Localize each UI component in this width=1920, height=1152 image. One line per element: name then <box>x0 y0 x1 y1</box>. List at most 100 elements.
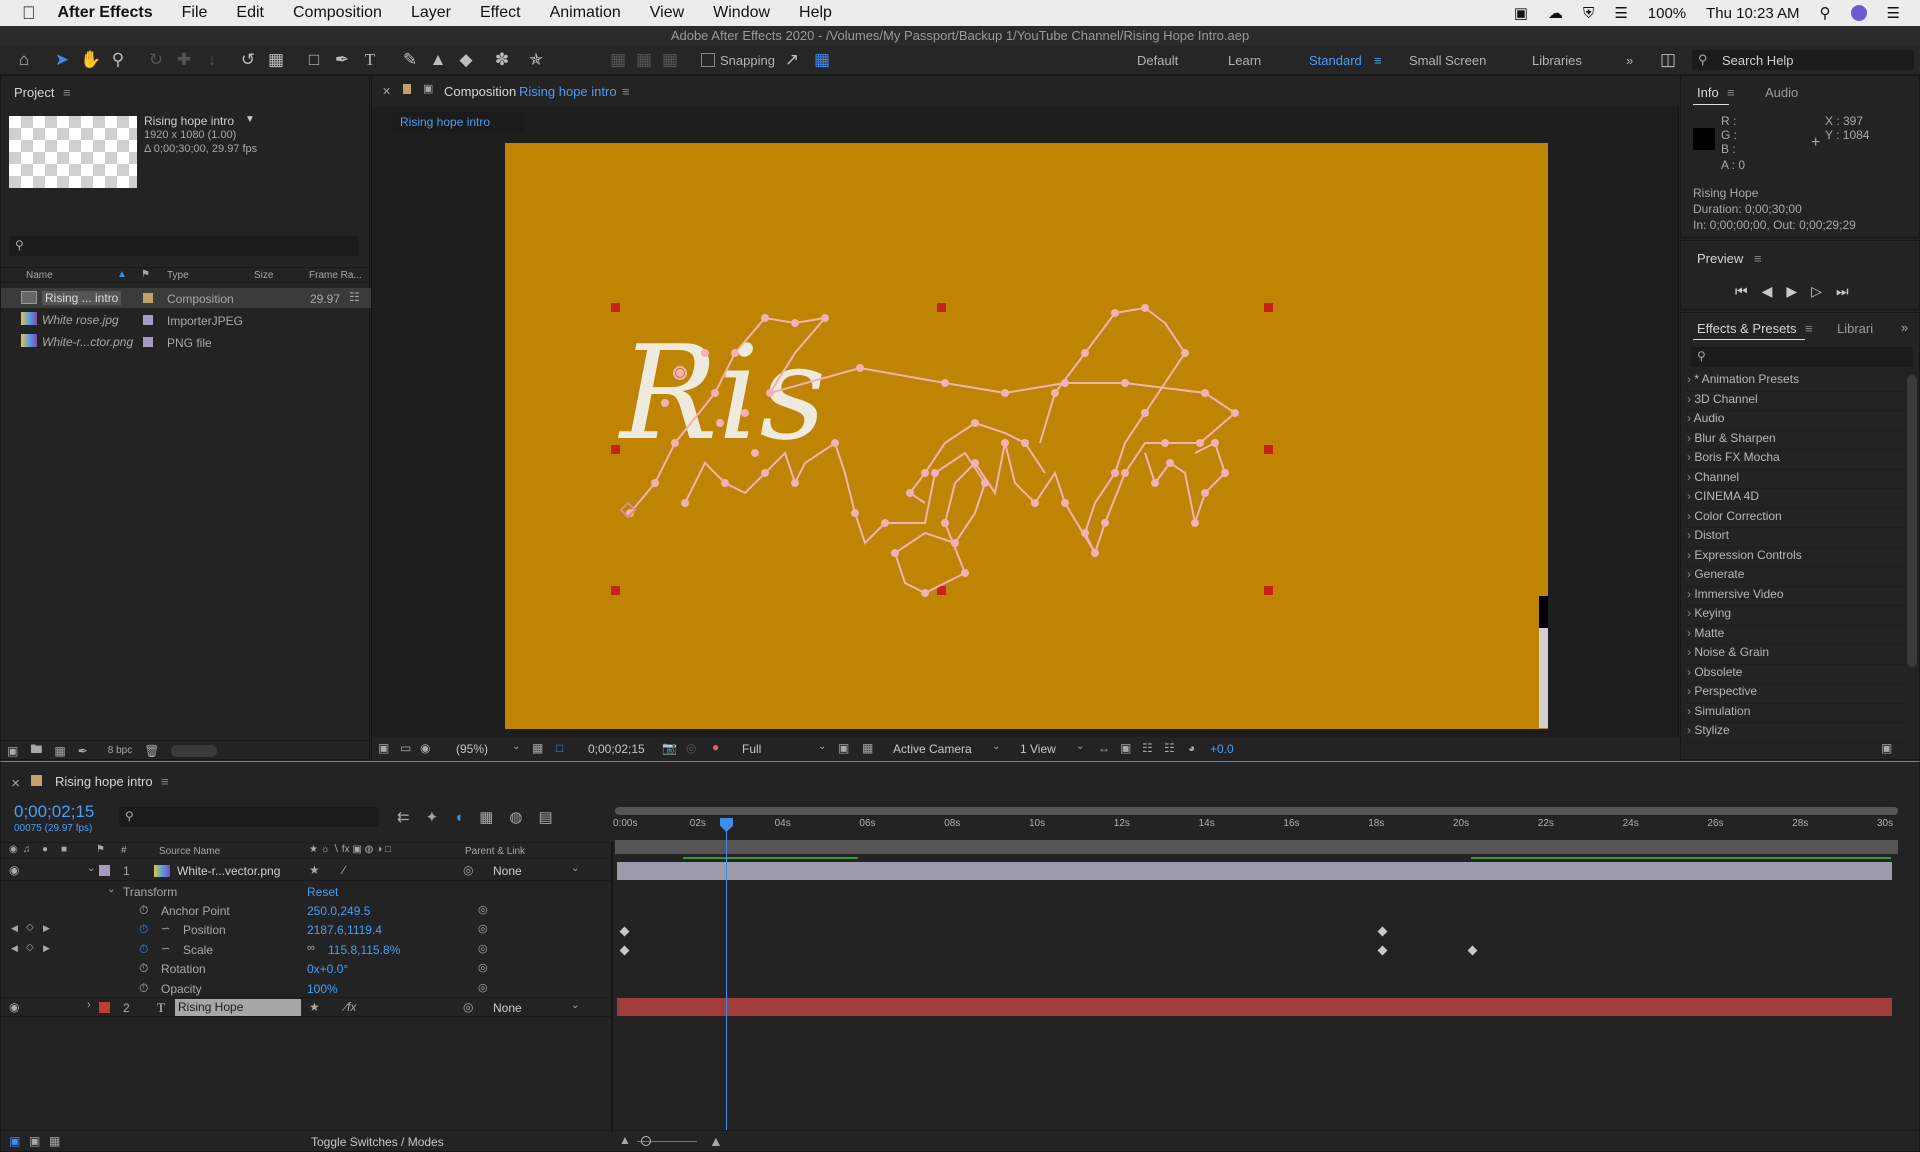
solo-switch-icon[interactable]: ● <box>42 844 48 855</box>
axis-local-icon[interactable]: ▦ <box>608 50 628 70</box>
snapshot-icon[interactable]: 📷 <box>662 741 677 755</box>
pan-tool-icon[interactable]: ✚ <box>174 50 194 70</box>
twirl-closed-icon[interactable]: › <box>1687 411 1694 425</box>
preview-menu-icon[interactable]: ≡ <box>1754 251 1762 266</box>
reset-exposure-icon[interactable]: ▣ <box>1120 741 1131 755</box>
chevron-down-icon[interactable]: ⌄ <box>512 741 520 752</box>
home-icon[interactable]: ⌂ <box>14 50 34 70</box>
col-framerate[interactable]: Frame Ra... <box>309 270 362 281</box>
stopwatch-icon[interactable]: ⏱ <box>139 903 148 918</box>
comp-panel-name[interactable]: Rising hope intro <box>519 84 617 99</box>
timeline-comp-tab[interactable]: Rising hope intro <box>55 774 153 789</box>
keyframe-diamond[interactable] <box>619 926 630 937</box>
expression-pickwhip-icon[interactable]: ◎ <box>478 981 488 994</box>
comp-flowchart-icon[interactable]: ☷ <box>1164 741 1175 755</box>
parent-link-column[interactable]: Parent & Link <box>465 846 525 857</box>
new-folder-icon[interactable]: 🖿 <box>30 740 42 761</box>
orbit-tool-icon[interactable]: ↻ <box>146 50 166 70</box>
puppet-tool-icon[interactable]: ✯ <box>526 50 546 70</box>
label-color-swatch[interactable] <box>143 293 153 303</box>
effects-category[interactable]: › CINEMA 4D <box>1687 489 1905 509</box>
eraser-tool-icon[interactable]: ◆ <box>456 50 476 70</box>
col-type[interactable]: Type <box>167 270 189 281</box>
eye-icon[interactable]: ◉ <box>9 863 19 877</box>
prev-keyframe-icon[interactable]: ◀ <box>11 923 18 934</box>
previous-frame-icon[interactable]: ◀ <box>1762 283 1773 300</box>
more-panels-icon[interactable]: » <box>1901 320 1908 335</box>
pickwhip-icon[interactable]: ◎ <box>463 1000 473 1014</box>
timeline-timecode[interactable]: 0;00;02;15 <box>14 802 94 822</box>
stopwatch-icon[interactable]: ⏱ <box>139 961 148 976</box>
graph-icon[interactable]: ∽ <box>161 922 170 935</box>
search-help-field[interactable]: ⚲ Search Help <box>1692 50 1914 70</box>
effects-category[interactable]: › Immersive Video <box>1687 587 1905 606</box>
menu-animation[interactable]: Animation <box>550 4 621 22</box>
effects-category[interactable]: › Boris FX Mocha <box>1687 450 1905 470</box>
label-color-swatch[interactable] <box>99 865 110 876</box>
draft-3d-icon[interactable]: ✦ <box>426 808 439 826</box>
info-menu-icon[interactable]: ≡ <box>1727 85 1735 100</box>
pen-tool-icon[interactable]: ✒ <box>332 50 352 70</box>
menu-window[interactable]: Window <box>713 4 770 22</box>
add-keyframe-icon[interactable]: ◇ <box>26 942 34 953</box>
expression-pickwhip-icon[interactable]: ◎ <box>478 903 488 916</box>
rectangle-tool-icon[interactable]: □ <box>304 50 324 70</box>
property-value[interactable]: 2187.6,1119.4 <box>307 923 382 937</box>
property-row-anchor[interactable]: ⏱ Anchor Point 250.0,249.5 ◎ <box>1 901 611 920</box>
chevron-down-icon[interactable]: ⌄ <box>1076 741 1084 752</box>
property-value[interactable]: 115.8,115.8% <box>328 943 400 957</box>
transfer-controls-icon[interactable]: ▣ <box>29 1134 40 1148</box>
pan-behind-tool-icon[interactable]: ▦ <box>266 50 286 70</box>
number-column[interactable]: # <box>121 845 127 856</box>
layer-name[interactable]: Rising Hope <box>175 999 301 1016</box>
property-row-position[interactable]: ◀ ◇ ▶ ⏱ ∽ Position 2187.6,1119.4 ◎ <box>1 920 611 939</box>
chevron-down-icon[interactable]: ⌄ <box>992 741 1000 752</box>
effects-category[interactable]: › Expression Controls <box>1687 548 1905 567</box>
app-menu[interactable]: After Effects <box>58 4 153 22</box>
stopwatch-icon[interactable]: ⏱ <box>139 922 148 937</box>
chevron-down-icon[interactable]: ⌄ <box>571 863 579 874</box>
channel-icon[interactable]: ● <box>712 740 719 754</box>
layer-duration-bar[interactable] <box>617 862 1892 880</box>
workspace-learn[interactable]: Learn <box>1228 53 1261 68</box>
effects-category[interactable]: › Audio <box>1687 411 1905 431</box>
effects-category[interactable]: › Simulation <box>1687 704 1905 723</box>
battery-status[interactable]: 100% <box>1648 5 1686 22</box>
frame-blending-icon[interactable]: ▦ <box>479 808 493 826</box>
next-keyframe-icon[interactable]: ▶ <box>43 943 50 954</box>
rising-hope-artwork[interactable]: Ris <box>505 143 1548 729</box>
dolly-tool-icon[interactable]: ↓ <box>202 50 222 70</box>
clock[interactable]: Thu 10:23 AM <box>1706 5 1799 22</box>
more-workspaces-icon[interactable]: » <box>1626 53 1633 68</box>
expression-pickwhip-icon[interactable]: ◎ <box>478 922 488 935</box>
keyframe-diamond[interactable] <box>1377 926 1388 937</box>
twirl-open-icon[interactable]: ⌄ <box>107 884 115 895</box>
hand-tool-icon[interactable]: ✋ <box>80 50 101 70</box>
next-keyframe-icon[interactable]: ▶ <box>43 923 50 934</box>
project-scrollbar[interactable] <box>171 744 218 757</box>
expression-pickwhip-icon[interactable]: ◎ <box>478 961 488 974</box>
pixel-aspect-icon[interactable]: ↔ <box>1098 741 1110 755</box>
fast-previews-icon[interactable]: ▣ <box>838 741 849 755</box>
axis-world-icon[interactable]: ▦ <box>634 50 654 70</box>
sort-arrow-icon[interactable]: ▲ <box>117 269 127 280</box>
tab-info[interactable]: Info <box>1697 85 1719 100</box>
chevron-down-icon[interactable]: ⌄ <box>571 1000 579 1011</box>
property-value[interactable]: 100% <box>307 982 338 996</box>
effects-category[interactable]: › Keying <box>1687 606 1905 626</box>
label-color-swatch[interactable] <box>143 315 153 325</box>
property-row-rotation[interactable]: ⏱ Rotation 0x+0.0° ◎ <box>1 959 611 978</box>
close-icon[interactable]: ✕ <box>382 85 391 98</box>
show-snapshot-icon[interactable]: ◎ <box>686 741 696 755</box>
project-item-name[interactable]: White rose.jpg <box>42 313 119 327</box>
wifi-icon[interactable]: ☰ <box>1614 4 1627 22</box>
menu-edit[interactable]: Edit <box>236 4 264 22</box>
play-icon[interactable]: ▶ <box>1786 283 1797 300</box>
project-search-field[interactable]: ⚲ <box>9 236 359 256</box>
brush-tool-icon[interactable]: ✎ <box>400 50 420 70</box>
effects-category[interactable]: › Noise & Grain <box>1687 645 1905 665</box>
playhead-line[interactable] <box>726 820 727 1130</box>
effects-search-field[interactable]: ⚲ <box>1691 347 1913 367</box>
workspace-default[interactable]: Default <box>1137 53 1178 68</box>
reset-link[interactable]: Reset <box>307 885 338 899</box>
